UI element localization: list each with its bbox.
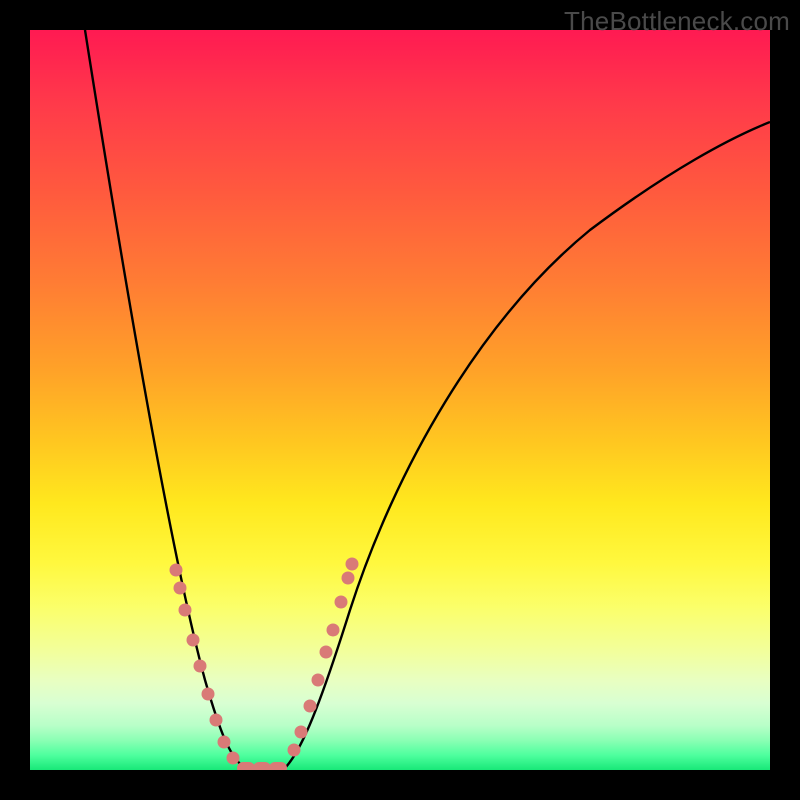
data-marker [269,762,287,770]
data-marker [346,558,359,571]
data-marker [194,660,207,673]
data-markers [30,30,770,770]
plot-area [30,30,770,770]
data-marker [210,714,223,727]
data-marker [174,582,187,595]
data-marker [335,596,348,609]
data-marker [218,736,231,749]
data-marker [304,700,317,713]
data-marker [295,726,308,739]
data-marker [327,624,340,637]
data-marker [320,646,333,659]
watermark-text: TheBottleneck.com [564,6,790,37]
data-marker [312,674,325,687]
data-marker [179,604,192,617]
data-marker [288,744,301,757]
data-marker [342,572,355,585]
data-marker [187,634,200,647]
data-marker [227,752,240,765]
data-marker [170,564,183,577]
data-marker [202,688,215,701]
chart-frame: TheBottleneck.com [0,0,800,800]
